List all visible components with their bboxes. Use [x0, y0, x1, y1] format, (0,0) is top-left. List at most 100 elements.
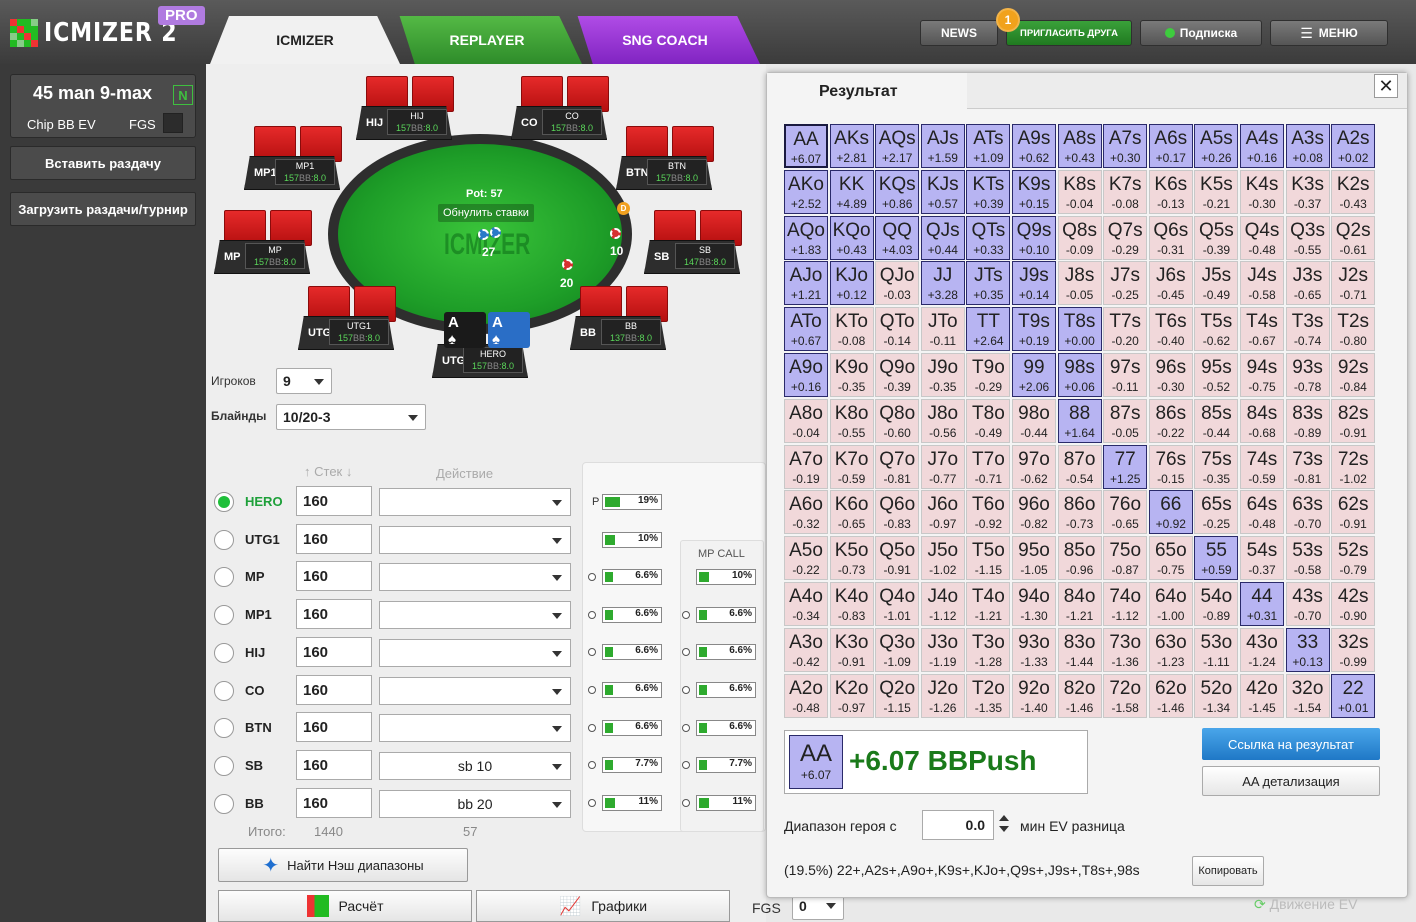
hand-cell-a3o[interactable]: A3o -0.42: [784, 627, 828, 672]
hand-cell-96o[interactable]: 96o -0.82: [1012, 490, 1056, 535]
hand-cell-95s[interactable]: 95s -0.52: [1194, 353, 1239, 397]
player-stack-input[interactable]: 160: [296, 599, 372, 630]
hand-cell-qjs[interactable]: QJs +0.44: [920, 215, 965, 260]
hand-cell-94s[interactable]: 94s -0.75: [1240, 353, 1284, 397]
hand-cell-72o[interactable]: 72o -1.58: [1103, 673, 1148, 718]
hand-cell-64s[interactable]: 64s -0.48: [1240, 490, 1284, 535]
hand-cell-42o[interactable]: 42o -1.45: [1240, 673, 1284, 718]
hand-cell-q9o[interactable]: Q9o -0.39: [875, 353, 920, 397]
hand-cell-k7s[interactable]: K7s -0.08: [1103, 169, 1148, 214]
hand-cell-t3o[interactable]: T3o -1.28: [966, 627, 1011, 672]
hand-cell-j3s[interactable]: J3s -0.65: [1285, 261, 1330, 306]
subscription-button[interactable]: Подписка: [1140, 20, 1262, 46]
hand-cell-kk[interactable]: KK +4.89: [829, 169, 874, 214]
hand-cell-99[interactable]: 99 +2.06: [1012, 353, 1056, 397]
hand-cell-t7s[interactable]: T7s -0.20: [1103, 307, 1148, 352]
chevron-up-icon[interactable]: [999, 815, 1009, 821]
hand-cell-84o[interactable]: 84o -1.21: [1057, 582, 1102, 626]
hand-cell-t9s[interactable]: T9s +0.19: [1012, 307, 1056, 352]
seat-mp1[interactable]: MP1 MP1 157BB:8.0: [244, 126, 342, 190]
calculate-button[interactable]: Расчёт: [218, 890, 472, 922]
hand-cell-q3s[interactable]: Q3s -0.55: [1285, 215, 1330, 260]
hand-cell-t3s[interactable]: T3s -0.74: [1285, 307, 1330, 352]
seat-utg1[interactable]: UTG1 UTG1 157BB:8.0: [298, 286, 396, 350]
hand-cell-83s[interactable]: 83s -0.89: [1285, 398, 1330, 443]
range-percent-bar[interactable]: 7.7%: [602, 757, 662, 773]
hand-cell-t9o[interactable]: T9o -0.29: [966, 353, 1011, 397]
tab-replayer[interactable]: REPLAYER: [399, 16, 582, 64]
hand-cell-92o[interactable]: 92o -1.40: [1012, 673, 1056, 718]
range-percent-bar[interactable]: 19%: [602, 494, 662, 510]
hand-cell-74o[interactable]: 74o -1.12: [1103, 582, 1148, 626]
hand-cell-75o[interactable]: 75o -0.87: [1103, 536, 1148, 581]
hand-cell-a8o[interactable]: A8o -0.04: [784, 398, 828, 443]
hand-cell-j7s[interactable]: J7s -0.25: [1103, 261, 1148, 306]
hand-cell-jj[interactable]: JJ +3.28: [920, 261, 965, 306]
range-percent-bar[interactable]: 6.6%: [602, 720, 662, 736]
player-radio[interactable]: [214, 793, 234, 814]
hand-cell-ajs[interactable]: AJs +1.59: [920, 124, 965, 168]
menu-button[interactable]: ☰ МЕНЮ: [1270, 20, 1388, 46]
range-percent-bar[interactable]: 6.6%: [602, 644, 662, 660]
hand-cell-k5o[interactable]: K5o -0.73: [829, 536, 874, 581]
hand-cell-82o[interactable]: 82o -1.46: [1057, 673, 1102, 718]
hand-cell-77[interactable]: 77 +1.25: [1103, 444, 1148, 489]
range-option-dot[interactable]: [682, 761, 690, 769]
hand-cell-q6s[interactable]: Q6s -0.31: [1148, 215, 1193, 260]
hand-cell-93o[interactable]: 93o -1.33: [1012, 627, 1056, 672]
hand-cell-j8o[interactable]: J8o -0.56: [920, 398, 965, 443]
hand-cell-ajo[interactable]: AJo +1.21: [784, 261, 828, 306]
range-percent-bar[interactable]: 6.6%: [602, 607, 662, 623]
player-stack-input[interactable]: 160: [296, 787, 372, 818]
range-percent-bar[interactable]: 6.6%: [696, 607, 756, 623]
hand-cell-a4s[interactable]: A4s +0.16: [1240, 124, 1284, 168]
hand-cell-q5s[interactable]: Q5s -0.39: [1194, 215, 1239, 260]
news-button[interactable]: NEWS: [920, 20, 998, 46]
reset-bets-button[interactable]: Обнулить ставки: [438, 204, 534, 222]
load-hands-button[interactable]: Загрузить раздачи/турнир: [10, 192, 196, 226]
hand-cell-qjo[interactable]: QJo -0.03: [875, 261, 920, 306]
hand-cell-a5o[interactable]: A5o -0.22: [784, 536, 828, 581]
hand-cell-a6s[interactable]: A6s +0.17: [1148, 124, 1193, 168]
hand-cell-j2o[interactable]: J2o -1.26: [920, 673, 965, 718]
hand-cell-q3o[interactable]: Q3o -1.09: [875, 627, 920, 672]
hand-cell-qts[interactable]: QTs +0.33: [966, 215, 1011, 260]
hand-cell-kts[interactable]: KTs +0.39: [966, 169, 1011, 214]
hand-cell-k9s[interactable]: K9s +0.15: [1012, 169, 1056, 214]
range-percent-bar[interactable]: 6.6%: [602, 682, 662, 698]
invite-friend-button[interactable]: ПРИГЛАСИТЬ ДРУГА: [1006, 20, 1132, 46]
hand-cell-42s[interactable]: 42s -0.90: [1331, 582, 1376, 626]
range-percent-bar[interactable]: 6.6%: [696, 720, 756, 736]
range-percent-bar[interactable]: 6.6%: [602, 569, 662, 585]
hand-cell-k6s[interactable]: K6s -0.13: [1148, 169, 1193, 214]
hand-cell-95o[interactable]: 95o -1.05: [1012, 536, 1056, 581]
hand-cell-t8s[interactable]: T8s +0.00: [1057, 307, 1102, 352]
hand-cell-52o[interactable]: 52o -1.34: [1194, 673, 1239, 718]
range-percent-bar[interactable]: 6.6%: [696, 682, 756, 698]
hand-cell-a9o[interactable]: A9o +0.16: [784, 353, 828, 397]
hand-cell-t5o[interactable]: T5o -1.15: [966, 536, 1011, 581]
hand-cell-aks[interactable]: AKs +2.81: [829, 124, 874, 168]
hand-cell-j3o[interactable]: J3o -1.19: [920, 627, 965, 672]
hand-cell-t6s[interactable]: T6s -0.40: [1148, 307, 1193, 352]
hand-cell-65s[interactable]: 65s -0.25: [1194, 490, 1239, 535]
hand-cell-72s[interactable]: 72s -1.02: [1331, 444, 1376, 489]
hand-cell-kqs[interactable]: KQs +0.86: [875, 169, 920, 214]
hand-cell-82s[interactable]: 82s -0.91: [1331, 398, 1376, 443]
hand-cell-64o[interactable]: 64o -1.00: [1148, 582, 1193, 626]
hand-cell-t4s[interactable]: T4s -0.67: [1240, 307, 1284, 352]
hand-cell-q9s[interactable]: Q9s +0.10: [1012, 215, 1056, 260]
hand-cell-q8o[interactable]: Q8o -0.60: [875, 398, 920, 443]
hand-cell-t2o[interactable]: T2o -1.35: [966, 673, 1011, 718]
hand-cell-k9o[interactable]: K9o -0.35: [829, 353, 874, 397]
range-option-dot[interactable]: [588, 648, 596, 656]
range-percent-bar[interactable]: 11%: [602, 795, 662, 811]
result-link-button[interactable]: Ссылка на результат: [1202, 728, 1380, 760]
hand-cell-a2s[interactable]: A2s +0.02: [1331, 124, 1376, 168]
seat-hij[interactable]: HIJ HIJ 157BB:8.0: [356, 76, 454, 140]
hand-cell-q7s[interactable]: Q7s -0.29: [1103, 215, 1148, 260]
player-stack-input[interactable]: 160: [296, 486, 372, 516]
player-radio[interactable]: [214, 642, 234, 663]
hand-cell-54s[interactable]: 54s -0.37: [1240, 536, 1284, 581]
hand-cell-86s[interactable]: 86s -0.22: [1148, 398, 1193, 443]
